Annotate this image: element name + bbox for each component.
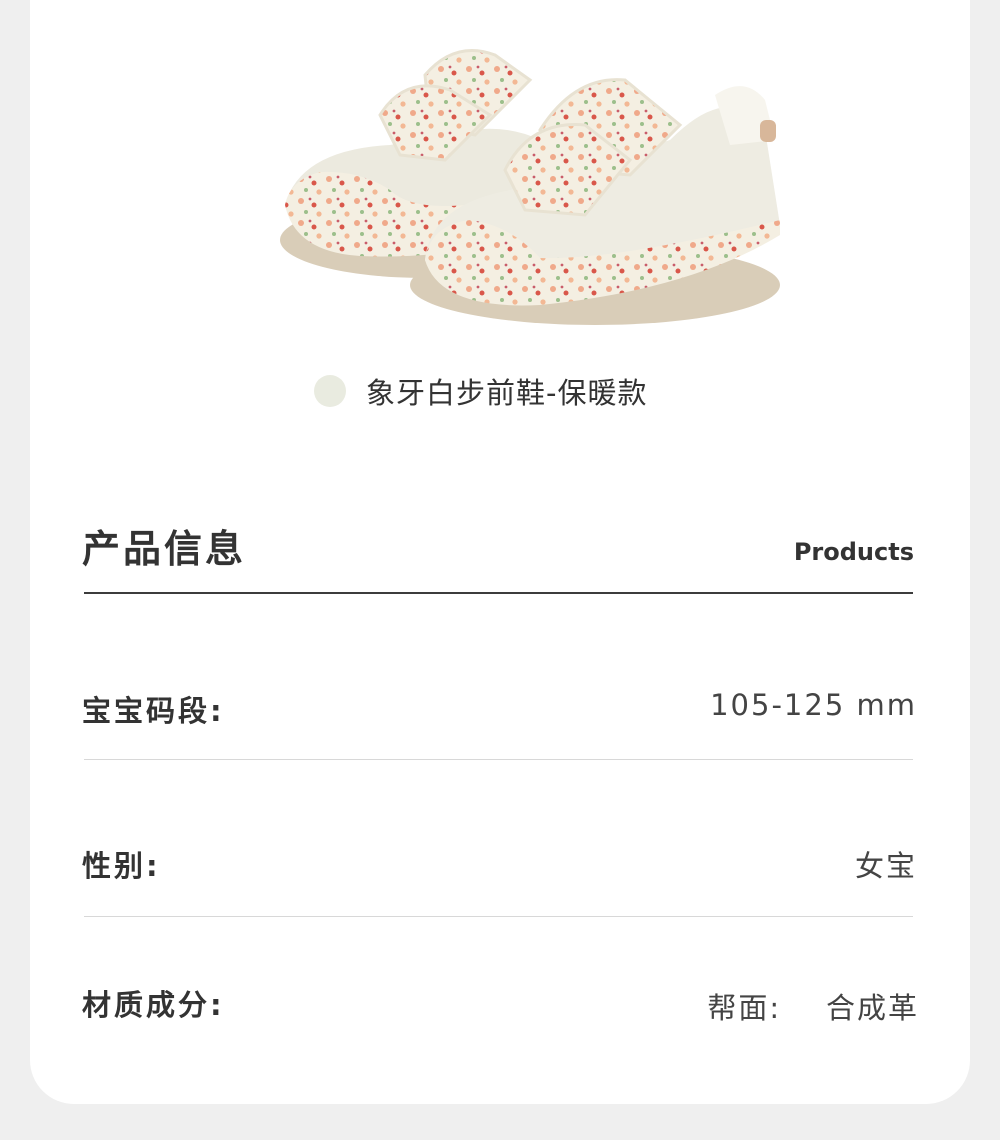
spec-label-size: 宝宝码段: xyxy=(82,694,225,728)
section-subtitle: Products xyxy=(793,538,914,566)
spec-value-size: 105-125 mm xyxy=(710,688,917,722)
baby-shoes-illustration xyxy=(280,49,780,325)
spec-value-gender: 女宝 xyxy=(854,849,917,883)
spec-value-material: 帮面: 合成革 xyxy=(707,991,919,1025)
product-info-card: 象牙白步前鞋-保暖款 产品信息 Products 宝宝码段: 105-125 m… xyxy=(30,0,970,1104)
section-divider xyxy=(84,592,913,594)
spec-label-gender: 性别: xyxy=(82,849,161,883)
spec-label-material: 材质成分: xyxy=(82,988,225,1022)
row-divider xyxy=(84,916,913,917)
product-image xyxy=(240,20,800,340)
variant-name: 象牙白步前鞋-保暖款 xyxy=(366,376,648,410)
section-title: 产品信息 xyxy=(82,527,247,571)
color-variant[interactable]: 象牙白步前鞋-保暖款 xyxy=(314,364,647,418)
row-divider xyxy=(84,759,913,760)
color-swatch-icon xyxy=(314,375,346,407)
